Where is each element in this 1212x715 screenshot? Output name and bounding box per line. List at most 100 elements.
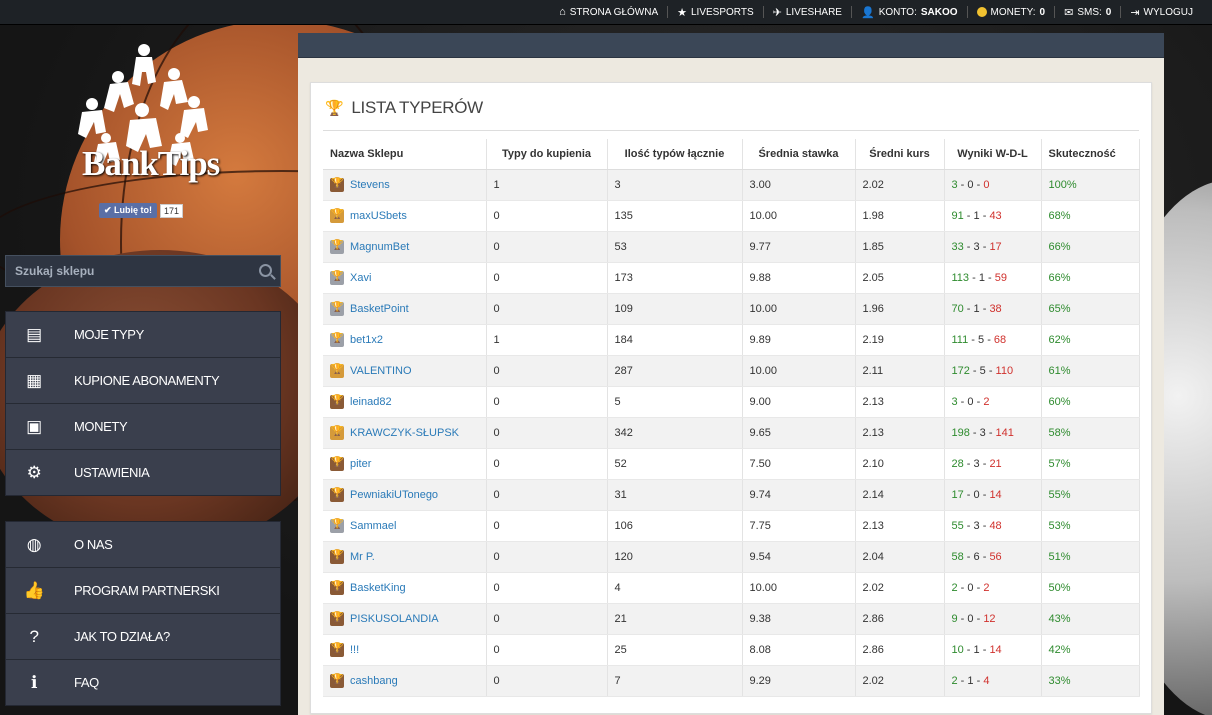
money-icon: ▣	[26, 416, 42, 436]
shop-link[interactable]: BasketPoint	[350, 303, 409, 315]
cell-odds: 2.11	[855, 355, 945, 387]
cell-odds: 2.02	[855, 169, 945, 201]
losses: 14	[989, 489, 1002, 501]
col-nazwa-sklepu[interactable]: Nazwa Sklepu	[323, 139, 487, 170]
nav-logout[interactable]: ⇥ WYLOGUJ	[1121, 0, 1202, 24]
cell-effectiveness: 42%	[1041, 634, 1140, 666]
losses: 59	[994, 272, 1007, 284]
nav-account[interactable]: 👤 KONTO: SAKOO	[852, 0, 967, 24]
cell-name: Stevens	[323, 169, 487, 201]
nav-livesports[interactable]: ★ LIVESPORTS	[668, 0, 763, 24]
cell-total: 173	[607, 262, 743, 294]
col-ilosc-typow[interactable]: Ilość typów łącznie	[607, 139, 743, 170]
shop-link[interactable]: maxUSbets	[350, 210, 407, 222]
wins: 3	[951, 179, 958, 191]
shop-link[interactable]: Xavi	[350, 272, 371, 284]
cell-effectiveness: 51%	[1041, 541, 1140, 573]
cell-name: Mr P.	[323, 541, 487, 573]
cell-results: 70 - 1 - 38	[944, 293, 1042, 325]
cell-name: KRAWCZYK-SŁUPSK	[323, 417, 487, 449]
sidebar-item-monety[interactable]: ▣ MONETY	[6, 404, 280, 450]
shop-link[interactable]: Stevens	[350, 179, 390, 191]
cell-results: 58 - 6 - 56	[944, 541, 1042, 573]
trophy-rank-icon	[330, 270, 344, 285]
cell-effectiveness: 100%	[1041, 169, 1140, 201]
nav-sms[interactable]: ✉ SMS: 0	[1055, 0, 1120, 24]
table-row: leinad82059.002.133 - 0 - 260%	[323, 386, 1140, 418]
cell-total: 287	[607, 355, 743, 387]
shop-link[interactable]: Sammael	[350, 520, 396, 532]
cell-name: bet1x2	[323, 324, 487, 356]
cell-odds: 2.04	[855, 541, 945, 573]
sidebar-item-program-partnerski[interactable]: 👍 PROGRAM PARTNERSKI	[6, 568, 280, 614]
col-skutecznosc[interactable]: Skuteczność	[1041, 139, 1140, 170]
cell-total: 3	[607, 169, 743, 201]
cell-odds: 2.02	[855, 572, 945, 604]
home-icon: ⌂	[559, 6, 566, 18]
col-wyniki[interactable]: Wyniki W-D-L	[944, 139, 1042, 170]
cell-total: 342	[607, 417, 743, 449]
logo-text[interactable]: BankTips	[82, 144, 220, 184]
table-row: !!! 0258.082.8610 - 1 - 1442%	[323, 634, 1140, 666]
wins: 198	[951, 427, 970, 439]
sidebar-item-kupione-abonamenty[interactable]: ▦ KUPIONE ABONAMENTY	[6, 358, 280, 404]
shop-link[interactable]: Mr P.	[350, 551, 375, 563]
cell-effectiveness: 33%	[1041, 665, 1140, 697]
losses: 56	[989, 551, 1002, 563]
nav-home[interactable]: ⌂ STRONA GŁÓWNA	[550, 0, 667, 24]
sidebar-item-o-nas[interactable]: ◍ O NAS	[6, 522, 280, 568]
cell-to-buy: 0	[486, 200, 608, 232]
shop-link[interactable]: piter	[350, 458, 371, 470]
draws: 3	[979, 427, 986, 439]
cell-effectiveness: 68%	[1041, 200, 1140, 232]
col-srednia-stawka[interactable]: Średnia stawka	[742, 139, 856, 170]
cell-total: 5	[607, 386, 743, 418]
shop-link[interactable]: cashbang	[350, 675, 398, 687]
shop-link[interactable]: PewniakiUTonego	[350, 489, 438, 501]
cell-total: 31	[607, 479, 743, 511]
nav-coins[interactable]: MONETY: 0	[968, 0, 1055, 24]
globe-icon: ◍	[26, 534, 42, 554]
col-typy-do-kupienia[interactable]: Typy do kupienia	[486, 139, 608, 170]
losses: 2	[983, 396, 990, 408]
shop-link[interactable]: PISKUSOLANDIA	[350, 613, 439, 625]
cell-to-buy: 0	[486, 355, 608, 387]
cell-effectiveness: 50%	[1041, 572, 1140, 604]
cell-name: PISKUSOLANDIA	[323, 603, 487, 635]
table-row: MagnumBet 0539.771.8533 - 3 - 1766%	[323, 231, 1140, 263]
sidebar-item-faq[interactable]: ℹ FAQ	[6, 660, 280, 705]
cell-to-buy: 0	[486, 448, 608, 480]
shop-link[interactable]: MagnumBet	[350, 241, 409, 253]
losses: 0	[983, 179, 990, 191]
shop-link[interactable]: bet1x2	[350, 334, 383, 346]
trophy-rank-icon	[330, 394, 344, 409]
trophy-icon: 🏆	[325, 100, 344, 117]
cell-results: 9 - 0 - 12	[944, 603, 1042, 635]
cell-to-buy: 0	[486, 293, 608, 325]
like-button[interactable]: ✔ Lubię to!	[99, 203, 158, 218]
cell-odds: 2.86	[855, 603, 945, 635]
col-sredni-kurs[interactable]: Średni kurs	[855, 139, 945, 170]
shop-link[interactable]: KRAWCZYK-SŁUPSK	[350, 427, 459, 439]
search-icon[interactable]	[259, 264, 272, 277]
losses: 110	[995, 365, 1014, 377]
shop-link[interactable]: BasketKing	[350, 582, 406, 594]
shop-link[interactable]: leinad82	[350, 396, 392, 408]
shop-link[interactable]: !!!	[350, 644, 359, 656]
table-row: VALENTINO 028710.002.11172 - 5 - 11061%	[323, 355, 1140, 387]
cell-stake: 9.00	[742, 386, 856, 418]
shop-link[interactable]: VALENTINO	[350, 365, 412, 377]
cell-results: 172 - 5 - 110	[944, 355, 1042, 387]
like-count: 171	[160, 203, 184, 218]
content-header-strip	[298, 33, 1164, 60]
sidebar-item-moje-typy[interactable]: ▤ MOJE TYPY	[6, 312, 280, 358]
cell-results: 3 - 0 - 2	[944, 386, 1042, 418]
search-input[interactable]	[6, 256, 254, 286]
sidebar-item-jak-to-dziala[interactable]: ? JAK TO DZIAŁA?	[6, 614, 280, 660]
nav-liveshare[interactable]: ✈ LIVESHARE	[764, 0, 851, 24]
sidebar-item-ustawienia[interactable]: ⚙ USTAWIENIA	[6, 450, 280, 495]
cell-results: 55 - 3 - 48	[944, 510, 1042, 542]
cell-to-buy: 0	[486, 541, 608, 573]
table-row: KRAWCZYK-SŁUPSK 03429.652.13198 - 3 - 141…	[323, 417, 1140, 449]
wins: 58	[951, 551, 964, 563]
